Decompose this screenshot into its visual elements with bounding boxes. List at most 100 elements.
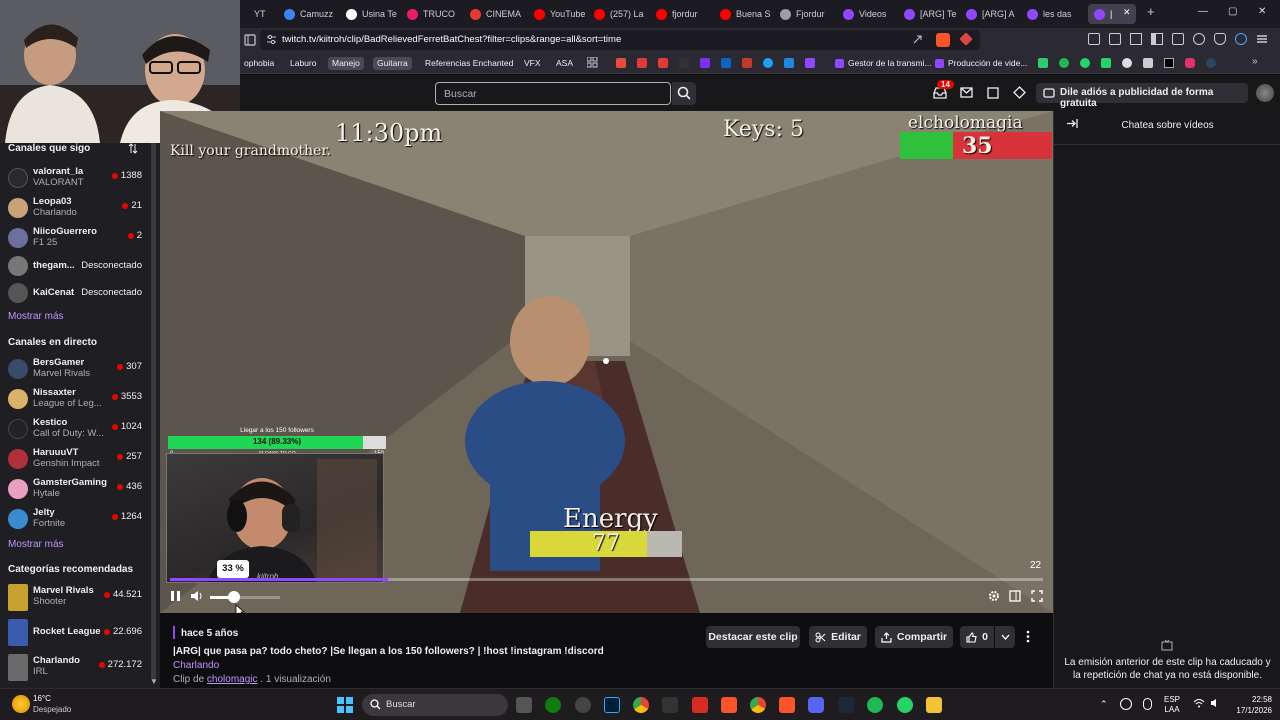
browser-tab[interactable]: fjordur xyxy=(656,4,708,24)
channel-item[interactable]: BersGamer Marvel Rivals 307 xyxy=(0,355,150,383)
like-dropdown-button[interactable] xyxy=(995,626,1015,648)
bookmark-icon[interactable] xyxy=(1143,58,1153,68)
site-settings-icon[interactable] xyxy=(266,34,277,45)
browser-tab[interactable]: Usina Te xyxy=(346,4,398,24)
sort-arrows-icon[interactable] xyxy=(128,143,138,154)
clock[interactable]: 22:58 17/1/2026 xyxy=(1230,694,1272,716)
x-bookmark-icon[interactable] xyxy=(1164,58,1174,68)
brave-icon[interactable] xyxy=(721,697,737,713)
pause-button[interactable] xyxy=(170,590,181,602)
whispers-icon[interactable] xyxy=(960,87,973,98)
spotify-icon[interactable] xyxy=(867,697,883,713)
minimize-window-icon[interactable]: — xyxy=(1198,6,1208,17)
sidebar-toggle-icon[interactable] xyxy=(244,34,256,46)
browser-tab[interactable]: Videos xyxy=(843,4,895,24)
more-bookmarks-icon[interactable]: » xyxy=(1252,56,1258,67)
brave-rewards-icon[interactable] xyxy=(959,32,973,46)
clip-video-player[interactable]: Kill your grandmother. 11:30pm Keys: 5 e… xyxy=(160,111,1053,613)
steam-bookmark-icon[interactable] xyxy=(1206,58,1216,68)
wifi-icon[interactable] xyxy=(1193,698,1205,708)
notifications-button[interactable]: 14 xyxy=(933,80,954,99)
turbo-ad-free-button[interactable]: Dile adiós a publicidad de forma gratuit… xyxy=(1036,83,1248,109)
category-item[interactable]: Rocket League 22.696 xyxy=(0,618,150,646)
highlight-clip-button[interactable]: Destacar este clip xyxy=(706,626,800,648)
bookmark-icon[interactable] xyxy=(1101,58,1111,68)
browser-tab[interactable]: (257) La xyxy=(594,4,646,24)
brave-icon[interactable] xyxy=(779,697,795,713)
chrome-icon[interactable] xyxy=(750,697,766,713)
bookmark-icon[interactable] xyxy=(616,58,626,68)
app-icon[interactable] xyxy=(692,697,708,713)
bookmark-icon[interactable] xyxy=(763,58,773,68)
show-more-followed-link[interactable]: Mostrar más xyxy=(8,311,64,322)
reader-icon[interactable] xyxy=(1130,33,1142,45)
tab-manager-icon[interactable] xyxy=(1109,33,1121,45)
file-explorer-icon[interactable] xyxy=(926,697,942,713)
show-more-live-link[interactable]: Mostrar más xyxy=(8,539,64,550)
bookmark-icon[interactable] xyxy=(742,58,752,68)
video-progress-bar[interactable] xyxy=(170,578,1043,581)
channel-item[interactable]: thegam... Desconectado xyxy=(0,252,150,280)
bookmark-referencias[interactable]: Referencias Enchanted xyxy=(421,57,517,70)
channel-item[interactable]: GamsterGaming Hytale 436 xyxy=(0,475,150,503)
bookmark-guitarra[interactable]: Guitarra xyxy=(373,57,412,70)
browser-tab[interactable]: les das xyxy=(1027,4,1079,24)
browser-tab[interactable]: YT xyxy=(254,4,272,24)
photoshop-icon[interactable] xyxy=(604,697,620,713)
user-avatar[interactable] xyxy=(1256,84,1274,102)
browser-tab[interactable]: [ARG] A xyxy=(966,4,1018,24)
bookmark-manejo[interactable]: Manejo xyxy=(328,57,364,70)
channel-item[interactable]: KaiCenat Desconectado xyxy=(0,279,150,307)
mute-button[interactable] xyxy=(190,590,203,602)
chrome-icon[interactable] xyxy=(633,697,649,713)
channel-item[interactable]: NiicoGuerrero F1 25 2 xyxy=(0,224,150,252)
volume-slider-handle[interactable] xyxy=(228,591,240,603)
app-icon[interactable] xyxy=(662,697,678,713)
apps-grid-icon[interactable] xyxy=(587,57,598,68)
whatsapp-icon[interactable] xyxy=(897,697,913,713)
brave-shields-icon[interactable] xyxy=(936,33,950,47)
sidebar-panel-icon[interactable] xyxy=(1151,33,1163,45)
fullscreen-button[interactable] xyxy=(1031,590,1043,602)
twitch-bookmark-icon[interactable] xyxy=(805,58,815,68)
leo-ai-icon[interactable] xyxy=(1193,33,1205,45)
weather-sun-icon[interactable] xyxy=(12,695,30,713)
instagram-bookmark-icon[interactable] xyxy=(1185,58,1195,68)
browser-tab[interactable]: TRUCO xyxy=(407,4,459,24)
microphone-icon[interactable] xyxy=(1143,698,1152,710)
bookmark-ophobia[interactable]: ophobia xyxy=(240,57,278,70)
browser-tab[interactable]: Camuzz xyxy=(284,4,336,24)
bookmark-laburo[interactable]: Laburo xyxy=(286,57,320,70)
bookmark-gestor[interactable]: Gestor de la transmi... xyxy=(834,57,936,70)
activity-feed-icon[interactable] xyxy=(987,87,999,99)
youtube-bookmark-icon[interactable] xyxy=(637,58,647,68)
channel-item[interactable]: HaruuuVT Genshin Impact 257 xyxy=(0,445,150,473)
whatsapp-bookmark-icon[interactable] xyxy=(1080,58,1090,68)
menu-icon[interactable] xyxy=(1256,33,1268,45)
clip-category-link[interactable]: Charlando xyxy=(173,660,219,671)
browser-tab[interactable]: CINEMA xyxy=(470,4,522,24)
clipper-link[interactable]: cholomagic xyxy=(207,674,258,685)
bookmark-icon[interactable] xyxy=(679,58,689,68)
app-icon[interactable] xyxy=(575,697,591,713)
theatre-mode-button[interactable] xyxy=(1009,590,1021,602)
volume-slider[interactable] xyxy=(210,596,280,599)
bookmark-icon[interactable] xyxy=(784,58,794,68)
close-tab-icon[interactable]: ✕ xyxy=(1123,7,1131,18)
settings-button[interactable] xyxy=(988,590,1000,602)
like-button[interactable]: 0 xyxy=(960,626,994,648)
maximize-window-icon[interactable]: ▢ xyxy=(1228,6,1237,17)
search-button[interactable] xyxy=(672,82,696,105)
browser-tab[interactable]: YouTube xyxy=(534,4,586,24)
channel-item[interactable]: Kestico Call of Duty: W... 1024 xyxy=(0,415,150,443)
search-input[interactable]: Buscar xyxy=(435,82,671,105)
edit-clip-button[interactable]: Editar xyxy=(809,626,867,648)
crown-prime-icon[interactable] xyxy=(1013,86,1026,99)
wallet-icon[interactable] xyxy=(1172,33,1184,45)
puzzle-extensions-icon[interactable] xyxy=(1088,33,1100,45)
bookmark-icon[interactable] xyxy=(700,58,710,68)
category-item[interactable]: Marvel Rivals Shooter 44.521 xyxy=(0,583,150,611)
new-tab-icon[interactable]: + xyxy=(1147,4,1155,19)
scroll-down-icon[interactable]: ▼ xyxy=(150,677,158,686)
browser-tab[interactable]: [ARG] Te xyxy=(904,4,956,24)
